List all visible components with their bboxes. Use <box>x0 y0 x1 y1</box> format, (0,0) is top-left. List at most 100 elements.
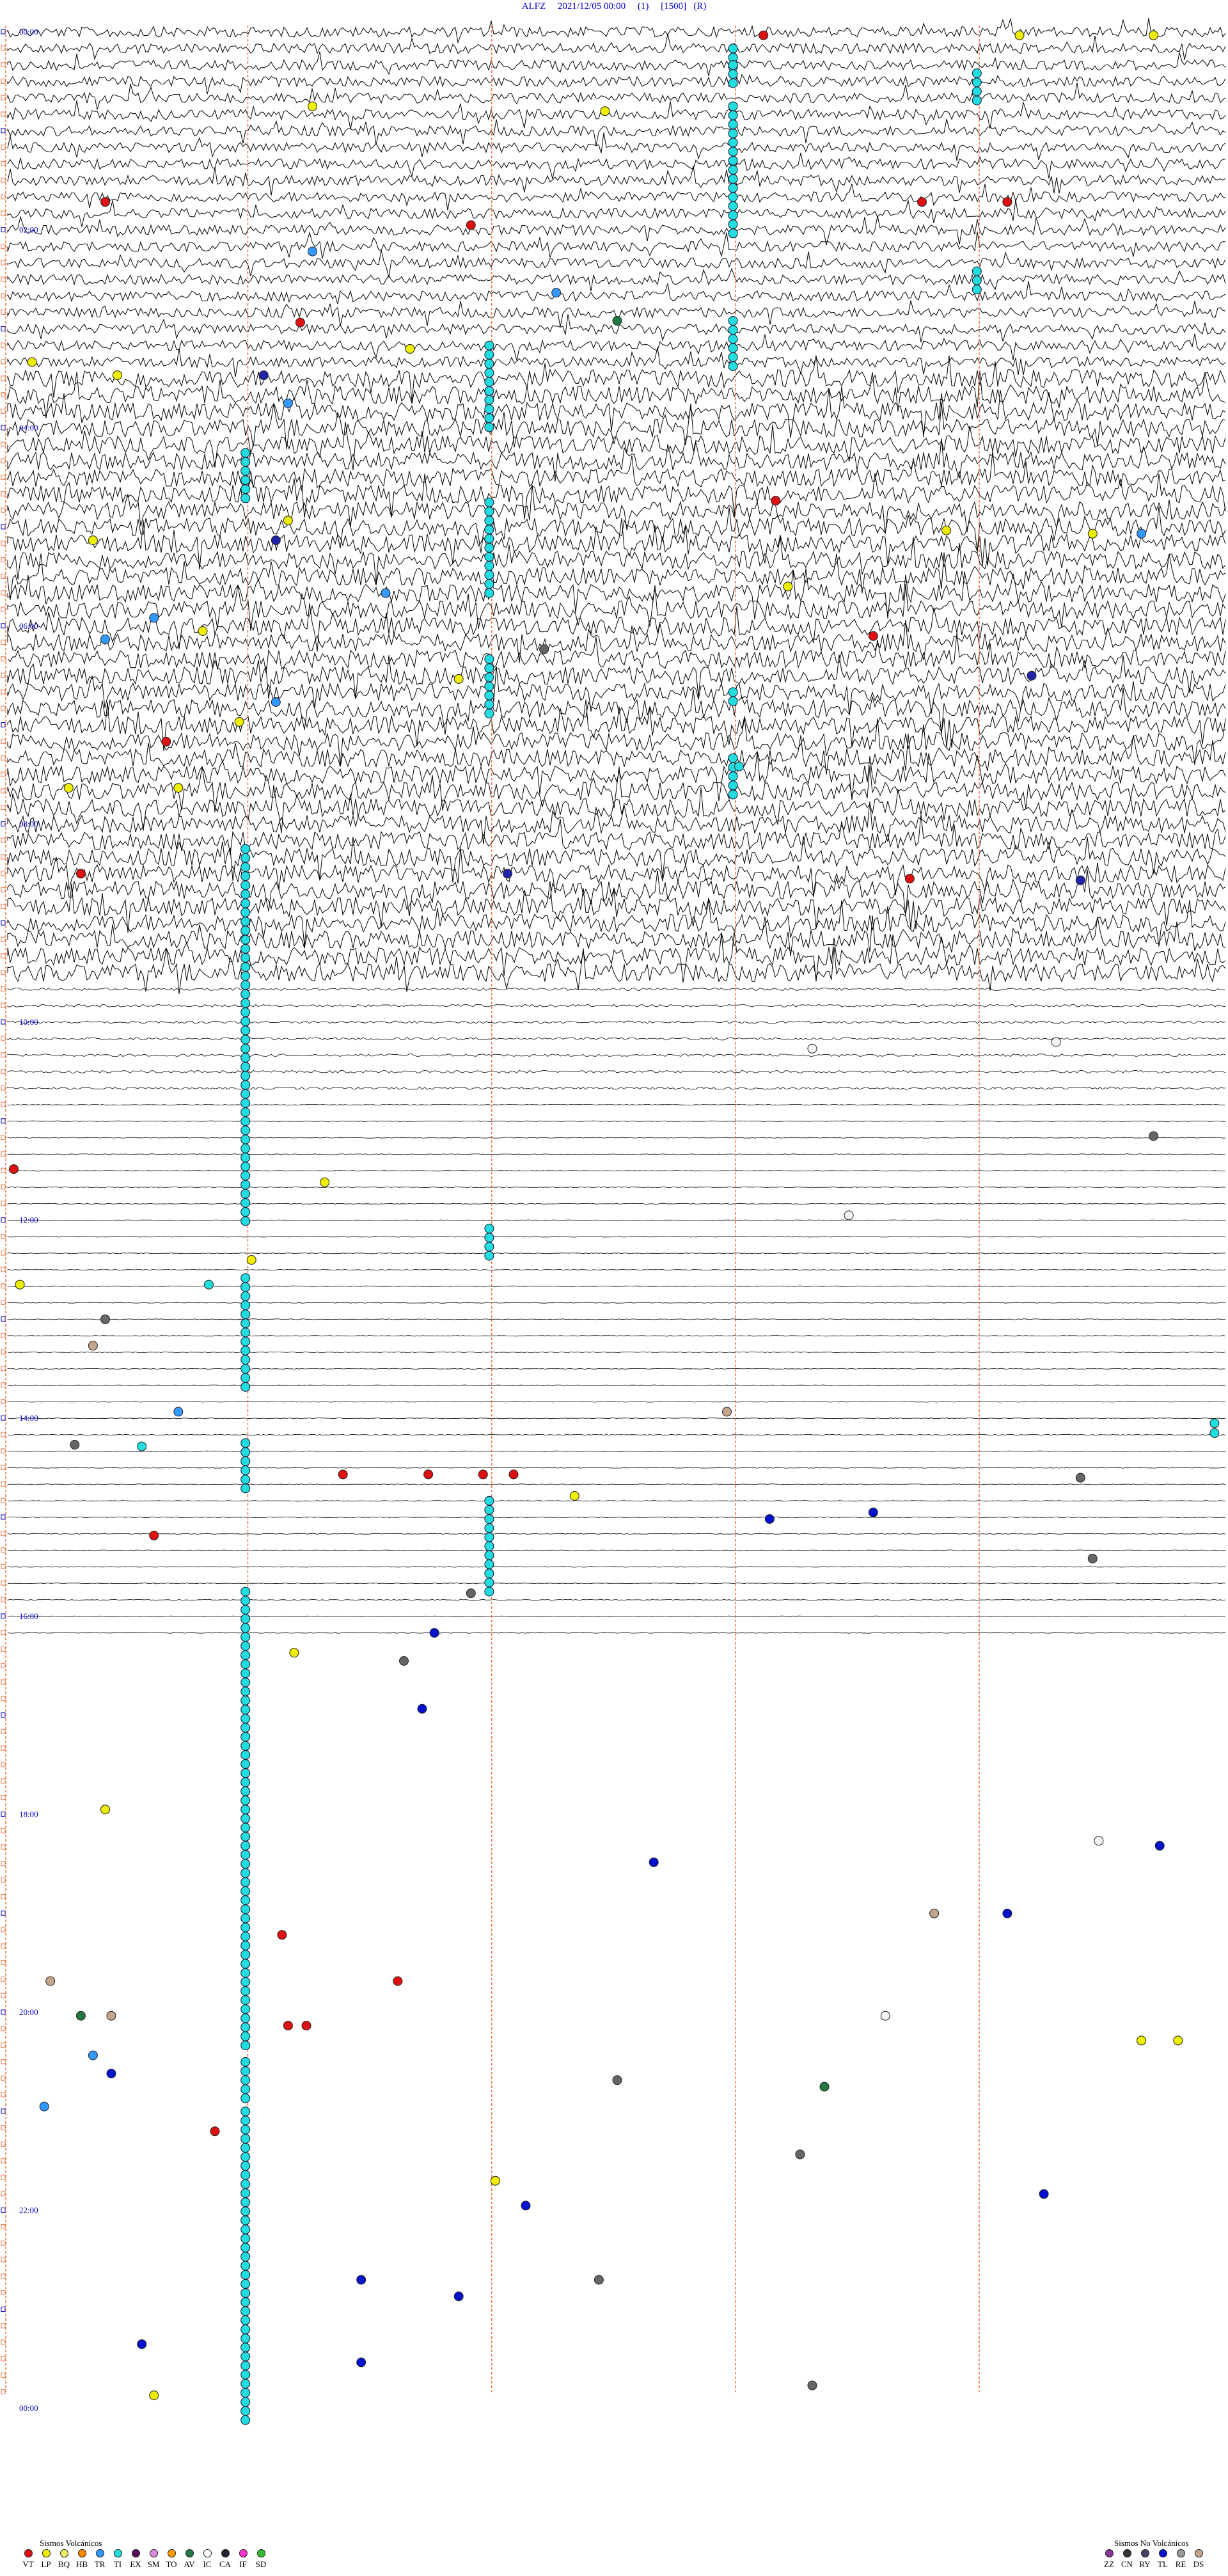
row-marker <box>1 2092 6 2098</box>
row-marker <box>1 1465 6 1471</box>
legend-swatch <box>59 2549 68 2557</box>
trace-row <box>7 402 1226 450</box>
trace-row <box>7 1318 1226 1320</box>
ti-event-marker <box>728 174 738 184</box>
row-marker <box>1 805 6 810</box>
trace-row <box>7 1153 1226 1155</box>
legend-code: BQ <box>58 2559 70 2569</box>
row-marker <box>1 1233 6 1239</box>
event-marker-vt <box>1002 197 1012 207</box>
ti-event-marker <box>240 1438 251 1448</box>
row-marker <box>1 1679 6 1685</box>
ti-event-marker <box>728 60 738 70</box>
ti-event-marker <box>240 989 251 999</box>
row-marker <box>1 2224 6 2229</box>
ti-event-marker <box>484 588 494 598</box>
event-marker-ic <box>1051 1037 1061 1047</box>
ti-event-marker <box>240 2206 251 2216</box>
ti-event-marker <box>240 2124 251 2135</box>
row-marker <box>1 2339 6 2345</box>
ti-event-marker <box>240 1614 251 1624</box>
ti-event-marker <box>240 1786 251 1796</box>
event-marker-ti <box>137 1441 147 1451</box>
trace-row <box>7 1434 1226 1436</box>
ti-event-marker <box>240 1695 251 1705</box>
ti-event-marker <box>484 654 494 664</box>
row-marker <box>1 755 6 761</box>
row-marker <box>1 2125 6 2131</box>
event-marker-lp <box>88 535 98 546</box>
ti-event-marker <box>484 1233 494 1243</box>
row-marker <box>1 1646 6 1652</box>
ti-event-marker <box>240 2115 251 2126</box>
trace-row <box>7 1219 1226 1221</box>
ti-event-marker <box>728 192 738 202</box>
row-marker <box>1 2174 6 2180</box>
row-marker <box>1 375 6 381</box>
ti-event-marker <box>484 507 494 516</box>
ti-event-marker <box>484 1577 494 1588</box>
ti-event-marker <box>240 944 251 954</box>
row-marker <box>1 854 6 860</box>
ti-event-marker <box>240 917 251 927</box>
ti-event-marker <box>240 1714 251 1724</box>
event-marker-tl <box>417 1703 427 1714</box>
ti-event-marker <box>240 1382 251 1392</box>
ti-event-marker <box>240 2215 251 2225</box>
row-marker <box>1 1085 6 1091</box>
ti-event-marker <box>240 1016 251 1027</box>
event-marker-ds <box>88 1341 98 1351</box>
ti-event-marker <box>240 1153 251 1163</box>
ti-event-marker <box>484 349 494 360</box>
ti-event-marker <box>240 862 251 872</box>
legend-item-hb: HB <box>73 2549 91 2570</box>
row-marker <box>1 1316 6 1322</box>
event-marker-lp <box>308 101 317 111</box>
ti-event-marker <box>484 690 494 700</box>
trace-row <box>7 451 1226 492</box>
event-marker-lp <box>783 581 793 592</box>
event-marker-lp <box>405 344 415 354</box>
ti-event-marker <box>240 1080 251 1090</box>
row-marker <box>1 2009 6 2015</box>
ti-event-marker <box>240 1345 251 1355</box>
ti-event-marker <box>240 1043 251 1054</box>
ti-event-marker <box>484 525 494 535</box>
event-marker-tl <box>453 2291 464 2302</box>
ti-event-marker <box>240 2324 251 2334</box>
row-marker <box>1 1250 6 1256</box>
row-marker <box>1 1217 6 1223</box>
row-marker <box>1 1002 6 1008</box>
ti-event-marker <box>240 1273 251 1283</box>
row-marker <box>1 1448 6 1454</box>
event-marker-vt <box>100 197 110 207</box>
row-marker <box>1 2290 6 2296</box>
row-marker <box>1 672 6 678</box>
ti-event-marker <box>240 1705 251 1715</box>
row-marker <box>1 145 6 150</box>
trace-row <box>7 74 1226 95</box>
trace-row <box>7 333 1226 361</box>
row-marker <box>1 2058 6 2064</box>
ti-event-marker <box>240 1007 251 1017</box>
event-marker-lp <box>1087 528 1098 539</box>
legend-swatch <box>256 2549 265 2557</box>
trace-row <box>7 33 1226 61</box>
row-marker <box>1 1332 6 1338</box>
ti-event-marker <box>240 457 251 467</box>
row-marker <box>1 706 6 711</box>
trace-row <box>7 1037 1226 1041</box>
ti-event-marker <box>240 1291 251 1301</box>
hour-label: 08:00 <box>19 819 38 828</box>
trace-row <box>7 281 1226 304</box>
row-marker <box>1 1514 6 1520</box>
trace-row <box>7 915 1226 956</box>
legend-item-tl: TL <box>1154 2549 1172 2570</box>
row-marker <box>1 491 6 496</box>
event-marker-vt <box>9 1164 19 1174</box>
legend-code: SM <box>147 2559 160 2569</box>
ti-event-marker <box>240 1180 251 1190</box>
trace-row <box>7 1004 1226 1007</box>
event-marker-lp <box>941 525 952 535</box>
row-marker <box>1 689 6 695</box>
